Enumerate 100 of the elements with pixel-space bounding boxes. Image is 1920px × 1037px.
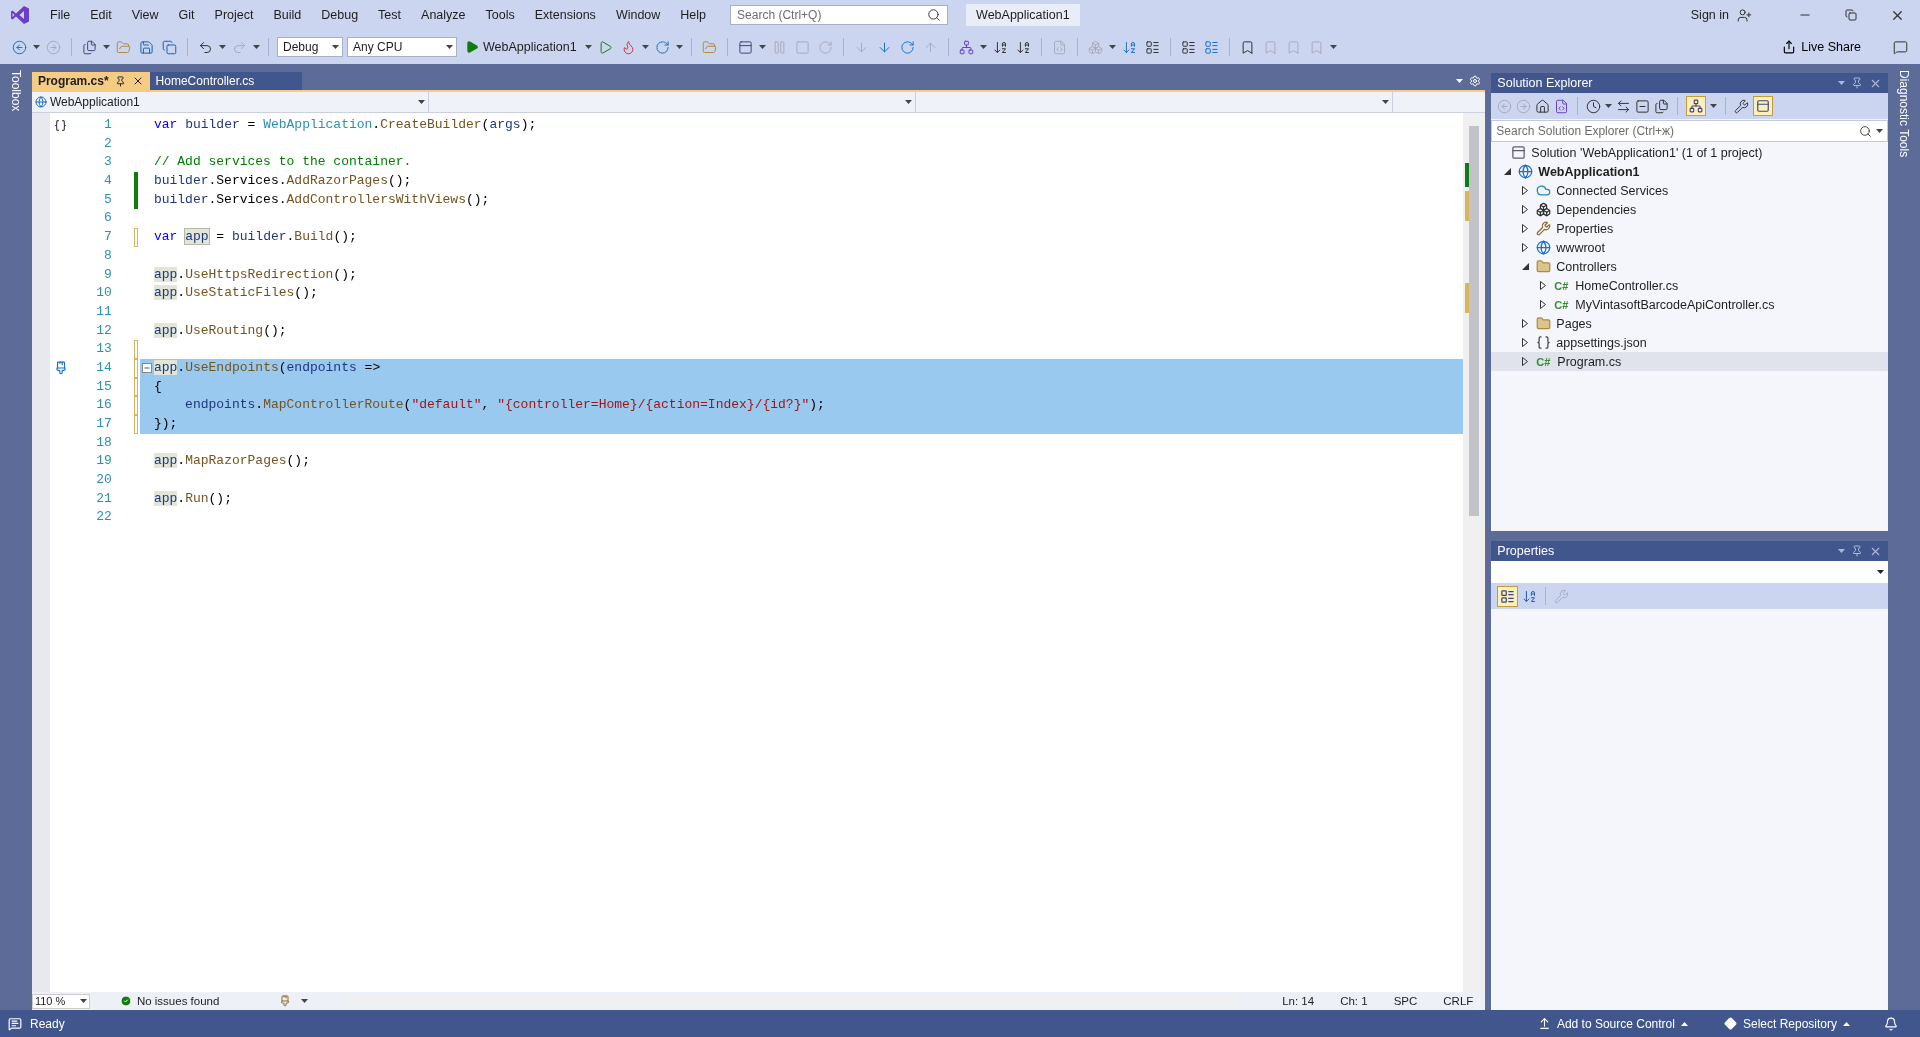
notifications-icon[interactable] [1884, 1016, 1898, 1031]
expanded-triangle-icon[interactable] [1503, 168, 1511, 175]
platform-dropdown[interactable]: Any CPU [347, 37, 457, 57]
tree-item[interactable]: Solution 'WebApplication1' (1 of 1 project) [1491, 143, 1889, 162]
collapsed-triangle-icon[interactable] [1522, 243, 1529, 252]
diamond-icon[interactable] [1723, 1017, 1737, 1030]
home-icon[interactable] [1535, 98, 1551, 114]
share-icon[interactable] [1782, 40, 1797, 54]
configuration-dropdown[interactable]: Debug [277, 37, 343, 57]
restart-icon[interactable] [817, 39, 833, 55]
collapsed-triangle-icon[interactable] [1540, 300, 1547, 309]
menu-item[interactable]: Tools [475, 8, 525, 22]
menu-item[interactable]: Debug [311, 8, 369, 22]
save-all-icon[interactable] [162, 39, 177, 55]
step-over-icon[interactable] [899, 39, 915, 55]
line-ending-indicator[interactable]: CRLF [1443, 995, 1474, 1007]
preview-button[interactable] [1753, 96, 1774, 116]
sync-icon[interactable] [1616, 98, 1632, 114]
menu-item[interactable]: Window [605, 8, 671, 22]
diagnostic-tools-tab[interactable]: Diagnostic Tools [1897, 70, 1912, 158]
source-control-button[interactable]: Add to Source Control [1531, 1015, 1694, 1032]
start-without-debugging-icon[interactable] [597, 39, 613, 55]
search-icon[interactable] [927, 8, 942, 22]
zoom-dropdown[interactable]: 110 % [31, 993, 90, 1009]
tree-item[interactable]: Dependencies [1491, 200, 1889, 219]
feedback-icon[interactable] [1893, 39, 1908, 55]
pin-icon[interactable] [1851, 545, 1864, 557]
tree-item[interactable]: Pages [1491, 314, 1889, 333]
whitespace-indicator[interactable]: SPC [1393, 995, 1418, 1007]
settings-icon[interactable] [1469, 75, 1482, 87]
sign-in-link[interactable]: Sign in [1690, 8, 1729, 22]
tree-item[interactable]: Properties [1491, 219, 1889, 238]
tree-item[interactable]: appsettings.json [1491, 333, 1889, 352]
switch-views-icon[interactable] [1554, 98, 1570, 114]
issues-indicator[interactable]: No issues found [119, 995, 220, 1007]
collapsed-triangle-icon[interactable] [1522, 205, 1529, 214]
search-field[interactable]: Search (Ctrl+Q) [730, 5, 949, 25]
search-icon[interactable] [1859, 124, 1873, 138]
collapsed-triangle-icon[interactable] [1522, 319, 1529, 328]
chat-icon[interactable] [8, 1016, 22, 1031]
undo-icon[interactable] [198, 39, 213, 55]
collapse-icon[interactable] [141, 363, 152, 374]
collapsed-triangle-icon[interactable] [1522, 186, 1529, 195]
menu-item[interactable]: Project [204, 8, 264, 22]
bookmark-icon[interactable] [1239, 39, 1255, 55]
document-tab[interactable]: Program.cs* [31, 72, 150, 90]
toolbox-tab[interactable]: Toolbox [8, 70, 23, 112]
hot-reload-icon[interactable] [620, 39, 636, 55]
back-icon[interactable] [12, 39, 27, 55]
menu-item[interactable]: View [121, 8, 169, 22]
step-into-icon[interactable] [876, 39, 892, 55]
tree-item[interactable]: C# HomeController.cs [1491, 276, 1889, 295]
categorized-button[interactable] [1497, 585, 1519, 607]
document-tab[interactable]: HomeController.cs [149, 72, 302, 90]
live-share-button[interactable]: Live Share [1776, 39, 1867, 55]
restore-icon[interactable] [1845, 9, 1857, 21]
expanded-triangle-icon[interactable] [1521, 263, 1529, 270]
line-indicator[interactable]: Ln: 14 [1282, 995, 1315, 1007]
collapse-all-icon[interactable] [1635, 98, 1651, 114]
wrench-icon[interactable] [1734, 98, 1750, 114]
pin-icon[interactable] [1851, 77, 1864, 89]
tree-item[interactable]: wwwroot [1491, 238, 1889, 257]
brush-icon[interactable] [53, 361, 68, 376]
collapsed-triangle-icon[interactable] [1522, 357, 1529, 366]
account-icon[interactable] [1737, 7, 1752, 23]
menu-item[interactable]: Extensions [524, 8, 606, 22]
menu-item[interactable]: File [40, 8, 81, 22]
column-indicator[interactable]: Ch: 1 [1340, 995, 1368, 1007]
brush-icon[interactable] [279, 995, 292, 1007]
tree-item[interactable]: Controllers [1491, 257, 1889, 276]
new-item-icon[interactable] [82, 39, 97, 55]
tree-item[interactable]: C# MyVintasoftBarcodeApiController.cs [1491, 295, 1889, 314]
braces-icon[interactable] [54, 118, 68, 132]
arrow-up-icon[interactable] [1537, 1017, 1551, 1030]
menu-item[interactable]: Analyze [411, 8, 476, 22]
menu-item[interactable]: Git [168, 8, 205, 22]
search-field[interactable]: Search Solution Explorer (Ctrl+ж) [1491, 120, 1889, 142]
sort-icon[interactable] [1015, 39, 1031, 55]
collapsed-triangle-icon[interactable] [1540, 281, 1547, 290]
repository-button[interactable]: Select Repository [1717, 1015, 1856, 1032]
save-icon[interactable] [139, 39, 154, 55]
tree-item[interactable]: Connected Services [1491, 181, 1889, 200]
pin-icon[interactable] [114, 75, 126, 87]
menu-item[interactable]: Build [263, 8, 312, 22]
history-icon[interactable] [1586, 98, 1602, 114]
menu-item[interactable]: Test [368, 8, 412, 22]
alphabetical-icon[interactable] [1522, 588, 1538, 604]
tree-item[interactable]: WebApplication1 [1491, 162, 1889, 181]
layout-icon[interactable] [737, 39, 753, 55]
diagram-icon[interactable] [958, 39, 974, 55]
menu-item[interactable]: Help [670, 8, 717, 22]
play-icon[interactable] [465, 40, 479, 54]
menu-item[interactable]: Edit [80, 8, 122, 22]
collapsed-triangle-icon[interactable] [1522, 338, 1529, 347]
refresh-icon[interactable] [654, 39, 670, 55]
tree-item[interactable]: C# Program.cs [1491, 352, 1889, 371]
copy-icon[interactable] [1654, 98, 1670, 114]
run-button[interactable]: WebApplication1 [461, 38, 581, 56]
vertical-scrollbar[interactable] [1463, 113, 1486, 992]
collapsed-triangle-icon[interactable] [1522, 224, 1529, 233]
